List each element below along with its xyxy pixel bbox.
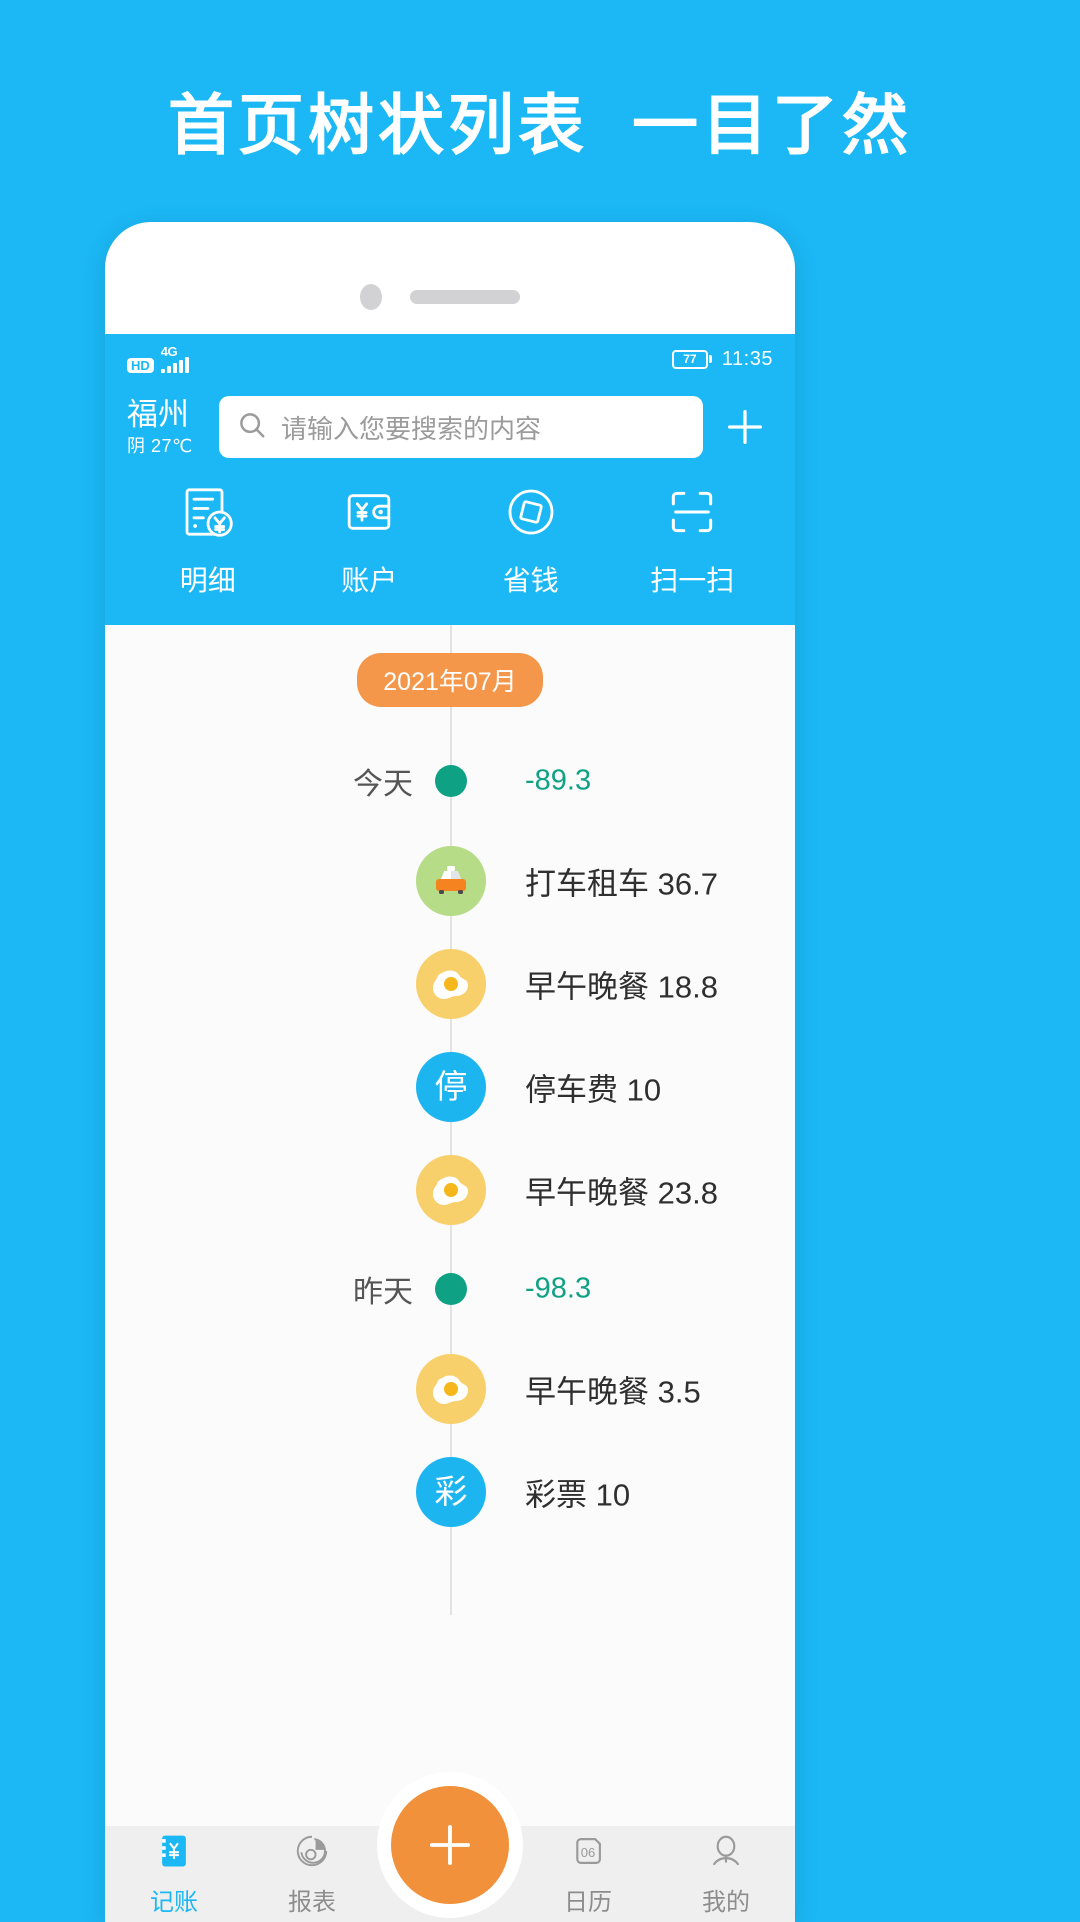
quick-action-label: 省钱 [502,565,559,596]
day-header-row[interactable]: 昨天 -98.3 [105,1241,795,1337]
quick-action-account[interactable]: 账户 [289,484,451,599]
day-total-amount: -98.3 [525,1272,592,1305]
lottery-icon: 彩 [416,1456,486,1527]
tab-profile[interactable]: 我的 [657,1832,795,1917]
quick-action-scan[interactable]: 扫一扫 [612,484,774,599]
lottery-glyph: 彩 [434,1473,468,1510]
list-item-label: 早午晚餐 3.5 [525,1374,701,1409]
city-weather-block[interactable]: 福州 阴 27℃ [127,399,205,455]
day-label: 今天 [353,768,413,801]
plus-icon [722,404,768,450]
tab-label: 报表 [288,1888,336,1916]
parking-icon: 停 [416,1051,486,1122]
plus-icon [421,1816,479,1874]
list-item[interactable]: 停 停车费 10 [105,1035,795,1138]
search-input[interactable]: 请输入您要搜索的内容 [219,396,703,458]
taxi-icon [416,845,486,916]
fried-egg-icon [416,1353,486,1424]
day-header-row[interactable]: 今天 -89.3 [105,733,795,829]
quick-action-label: 明细 [179,565,236,596]
list-item[interactable]: 早午晚餐 18.8 [105,932,795,1035]
ledger-yen-icon [155,1832,193,1875]
page-title-part2: 一目了然 [632,87,912,164]
search-icon [237,410,267,445]
app-header: 福州 阴 27℃ 请输入您要搜索的内容 明细 账户 省钱 扫一扫 [105,384,795,625]
quick-actions-row: 明细 账户 省钱 扫一扫 [127,484,773,599]
network-type-label: 4G [160,344,178,359]
person-icon [707,1832,745,1875]
tab-label: 记账 [150,1888,198,1916]
timeline-list: 2021年07月 今天 -89.3 打车租车 36.7 早午晚餐 18.8 停 … [105,625,795,1615]
parking-glyph: 停 [434,1068,468,1105]
quick-action-save[interactable]: 省钱 [450,484,612,599]
list-item[interactable]: 早午晚餐 3.5 [105,1337,795,1440]
svg-text:06: 06 [581,1844,596,1859]
phone-mockup: HD 4G 77 11:35 福州 阴 27℃ 请输入您要搜索的内容 明细 账户… [105,222,795,1922]
battery-icon: 77 [671,349,712,369]
quick-action-detail[interactable]: 明细 [127,484,289,599]
battery-level-label: 77 [671,349,708,369]
calendar-06-icon: 06 [569,1832,607,1875]
page-title-part1: 首页树状列表 [168,87,588,164]
month-badge[interactable]: 2021年07月 [357,653,543,707]
tab-label: 日历 [564,1888,612,1916]
list-item-label: 彩票 10 [525,1477,631,1512]
tab-label: 我的 [702,1888,750,1916]
add-record-button[interactable] [717,399,773,455]
quick-action-label: 扫一扫 [650,565,735,596]
fried-egg-icon [416,948,486,1019]
list-item[interactable]: 彩 彩票 10 [105,1440,795,1543]
tab-reports[interactable]: 报表 [243,1832,381,1917]
page-title: 首页树状列表 一目了然 [0,72,1080,168]
list-item-label: 打车租车 36.7 [525,866,718,901]
earpiece-speaker [410,290,520,304]
list-item-label: 停车费 10 [525,1072,662,1107]
search-placeholder-label: 请输入您要搜索的内容 [281,413,542,444]
list-item-label: 早午晚餐 18.8 [525,969,718,1004]
weather-label: 阴 27℃ [127,436,193,456]
tab-ledger[interactable]: 记账 [105,1832,243,1917]
list-item[interactable]: 早午晚餐 23.8 [105,1138,795,1241]
tab-calendar[interactable]: 06 日历 [519,1832,657,1917]
list-item-label: 早午晚餐 23.8 [525,1175,718,1210]
add-transaction-fab[interactable] [391,1786,509,1904]
status-bar: HD 4G 77 11:35 [105,334,795,384]
bottom-tab-bar: 记账 报表 06 日历 我的 [105,1786,795,1922]
city-label: 福州 [127,397,189,432]
fried-egg-icon [416,1154,486,1225]
phone-screen: HD 4G 77 11:35 福州 阴 27℃ 请输入您要搜索的内容 明细 账户… [105,334,795,1922]
quick-action-label: 账户 [341,565,398,596]
scan-frame-icon [664,484,720,545]
day-label: 昨天 [353,1276,413,1309]
clock-label: 11:35 [721,347,773,370]
diamond-circle-icon [503,484,559,545]
wallet-yen-icon [341,484,397,545]
receipt-yen-icon [180,484,236,545]
day-total-amount: -89.3 [525,764,592,797]
signal-bars-icon [160,357,189,373]
hd-icon: HD [127,358,154,373]
timeline-dot-icon [435,765,467,797]
list-item[interactable]: 打车租车 36.7 [105,829,795,932]
pie-chart-icon [293,1832,331,1875]
front-camera-icon [360,284,382,310]
timeline-dot-icon [435,1273,467,1305]
